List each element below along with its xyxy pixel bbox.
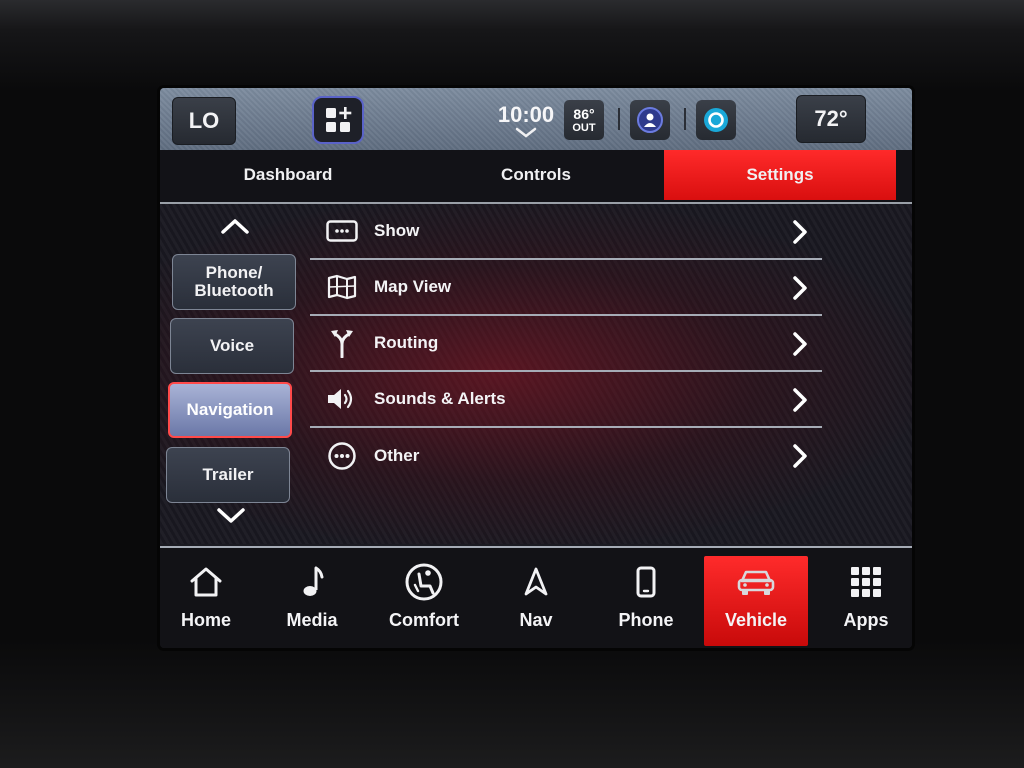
chevron-right-icon xyxy=(793,444,807,468)
music-note-icon xyxy=(292,562,332,602)
sidebar-item-label: Navigation xyxy=(186,400,274,419)
nav-label: Phone xyxy=(618,610,674,630)
sidebar-item-phone-bluetooth[interactable]: Phone/ Bluetooth xyxy=(172,254,296,310)
widget-add-icon xyxy=(326,107,352,132)
sidebar-item-navigation[interactable]: Navigation xyxy=(168,382,292,438)
nav-media[interactable]: Media xyxy=(260,556,364,646)
clock[interactable]: 10:00 xyxy=(496,102,556,128)
chevron-right-icon xyxy=(793,220,807,244)
driver-profile-button[interactable] xyxy=(630,100,670,140)
nav-label: Comfort xyxy=(389,610,459,630)
scroll-up-button[interactable] xyxy=(218,214,252,238)
sidebar-item-trailer[interactable]: Trailer xyxy=(166,447,290,503)
outside-temp-value: 86° xyxy=(573,105,595,122)
sidebar-item-label: Trailer xyxy=(202,465,254,484)
list-item-label: Show xyxy=(374,221,420,240)
more-dots-icon xyxy=(324,438,360,474)
nav-label: Media xyxy=(286,610,338,630)
chevron-up-icon xyxy=(221,219,249,234)
nav-navigation[interactable]: Nav xyxy=(484,556,588,646)
tab-dashboard[interactable]: Dashboard xyxy=(160,150,416,200)
right-climate-temp-button[interactable]: 72° xyxy=(796,95,866,143)
list-item-routing[interactable]: Routing xyxy=(310,316,822,372)
display-icon xyxy=(324,213,360,249)
chevron-right-icon xyxy=(793,332,807,356)
chevron-right-icon xyxy=(793,388,807,412)
tab-label: Controls xyxy=(501,165,571,184)
bottom-nav-bar: Home Media Comfort Nav Phone Vehicle App… xyxy=(160,546,912,648)
nav-label: Nav xyxy=(519,610,553,630)
car-icon xyxy=(736,562,776,602)
home-icon xyxy=(186,562,226,602)
settings-list: Show Map View Routing Sounds & Alerts Ot… xyxy=(310,204,822,484)
voice-assistant-button[interactable] xyxy=(696,100,736,140)
map-icon xyxy=(324,269,360,305)
chevron-down-icon[interactable] xyxy=(514,126,538,140)
chevron-right-icon xyxy=(793,276,807,300)
nav-label: Vehicle xyxy=(724,610,788,630)
list-item-map-view[interactable]: Map View xyxy=(310,260,822,316)
list-item-label: Routing xyxy=(374,333,439,352)
sidebar-item-label: Phone/ Bluetooth xyxy=(194,263,274,300)
list-item-label: Sounds & Alerts xyxy=(374,389,506,408)
nav-apps[interactable]: Apps xyxy=(814,556,912,646)
status-divider xyxy=(684,108,686,130)
nav-label: Home xyxy=(180,610,231,630)
list-item-sounds-alerts[interactable]: Sounds & Alerts xyxy=(310,372,822,428)
nav-phone[interactable]: Phone xyxy=(594,556,698,646)
tab-label: Settings xyxy=(746,165,814,184)
phone-icon xyxy=(626,562,666,602)
speaker-icon xyxy=(324,381,360,417)
nav-label: Apps xyxy=(843,610,889,630)
outside-temp-label: OUT xyxy=(572,121,596,134)
widget-grid-button[interactable] xyxy=(312,96,364,144)
nav-arrow-icon xyxy=(516,562,556,602)
nav-comfort[interactable]: Comfort xyxy=(372,556,476,646)
tab-label: Dashboard xyxy=(243,165,333,184)
right-temp-value: 72° xyxy=(814,106,848,131)
sidebar-item-label: Voice xyxy=(209,336,255,355)
outside-temp-badge: 86° OUT xyxy=(564,100,604,140)
scroll-down-button[interactable] xyxy=(214,504,248,528)
top-tabs: Dashboard Controls Settings xyxy=(160,150,912,204)
nav-home[interactable]: Home xyxy=(160,556,258,646)
chevron-down-icon xyxy=(217,508,245,523)
nav-vehicle[interactable]: Vehicle xyxy=(704,556,808,646)
left-temp-value: LO xyxy=(188,108,220,133)
settings-content: Phone/ Bluetooth Voice Navigation Traile… xyxy=(160,204,912,544)
route-split-icon xyxy=(324,325,360,361)
status-divider xyxy=(618,108,620,130)
list-item-label: Map View xyxy=(374,277,452,296)
list-item-other[interactable]: Other xyxy=(310,428,822,484)
infotainment-screen: LO 10:00 86° OUT 72° Dashboard Controls … xyxy=(160,88,912,648)
driver-assist-icon xyxy=(637,107,663,133)
voice-assistant-icon xyxy=(704,108,728,132)
list-item-label: Other xyxy=(374,446,420,465)
list-item-show[interactable]: Show xyxy=(310,204,822,260)
tab-settings[interactable]: Settings xyxy=(664,150,896,200)
left-climate-temp-button[interactable]: LO xyxy=(172,97,236,145)
sidebar-item-voice[interactable]: Voice xyxy=(170,318,294,374)
apps-grid-icon xyxy=(846,562,886,602)
seat-comfort-icon xyxy=(404,562,444,602)
tab-controls[interactable]: Controls xyxy=(416,150,656,200)
